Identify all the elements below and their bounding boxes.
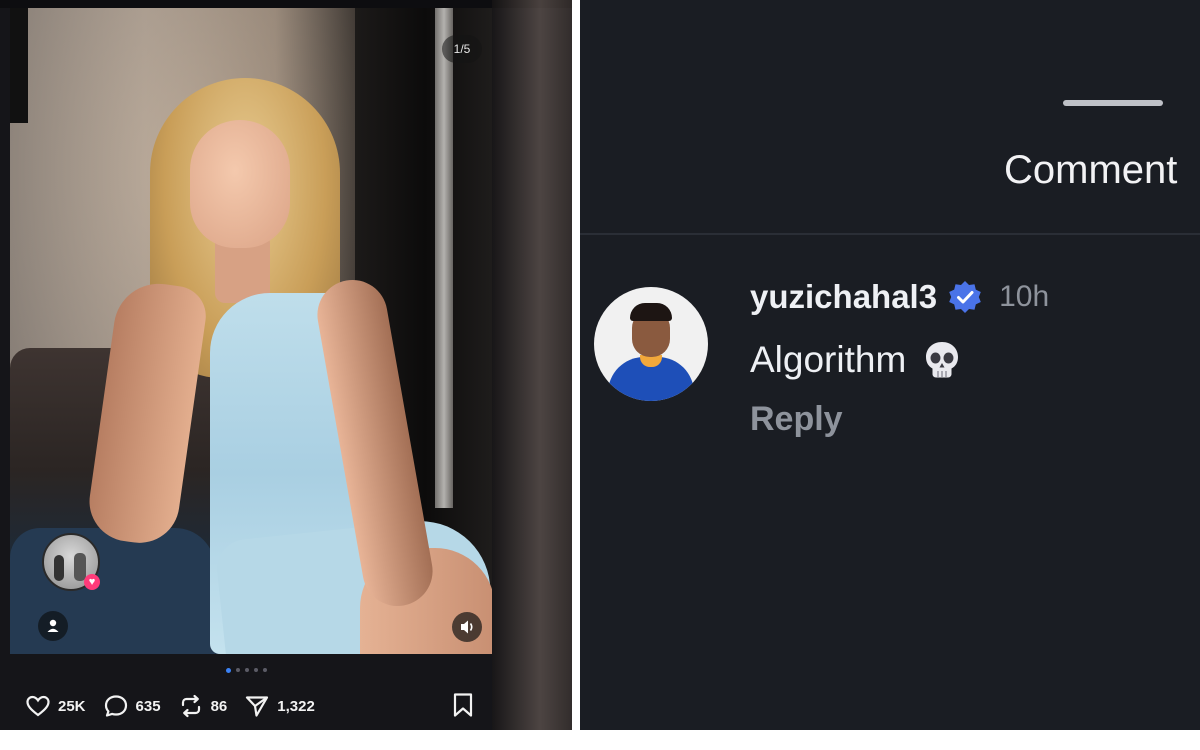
commenter-username[interactable]: yuzichahal3 <box>750 278 937 316</box>
comments-sheet: Comment yuzichahal3 10h Algorithm Reply <box>580 0 1200 730</box>
repost-arrows-icon <box>181 694 200 718</box>
photo-wall-frame <box>10 8 28 123</box>
photo-face <box>190 120 290 248</box>
skull-icon <box>926 342 959 378</box>
speaker-icon <box>461 620 473 634</box>
sheet-title: Comment <box>1004 148 1178 192</box>
share-count: 1,322 <box>277 697 315 715</box>
heart-outline-icon <box>26 695 50 717</box>
bookmark-icon[interactable] <box>450 691 476 719</box>
speech-bubble-icon <box>104 695 127 717</box>
share-button[interactable]: 1,322 <box>243 692 315 720</box>
like-count: 25K <box>58 697 86 715</box>
sound-toggle-button[interactable] <box>452 612 482 642</box>
post-panel: 1/5 ♥ 25K 635 86 1,322 <box>0 0 572 730</box>
avatar-hair <box>630 303 672 321</box>
photo-door-edge <box>435 8 453 508</box>
adjacent-photo-edge <box>492 0 572 730</box>
like-button[interactable]: 25K <box>24 692 86 720</box>
verified-badge-icon <box>949 281 981 313</box>
heart-badge-icon: ♥ <box>84 574 100 590</box>
comment-text: Algorithm <box>750 339 907 380</box>
carousel-dot[interactable] <box>263 668 267 672</box>
tagged-user-button[interactable] <box>38 611 68 641</box>
image-counter: 1/5 <box>442 35 482 63</box>
post-photo[interactable]: 1/5 ♥ <box>10 8 492 654</box>
reply-button[interactable]: Reply <box>750 400 843 439</box>
carousel-dot[interactable] <box>254 668 258 672</box>
repost-button[interactable]: 86 <box>177 692 228 720</box>
repost-count: 86 <box>210 697 228 715</box>
comment-button[interactable]: 635 <box>102 692 161 720</box>
sheet-drag-handle[interactable] <box>1063 100 1163 106</box>
paper-plane-icon <box>246 696 269 717</box>
bottom-margin <box>0 730 1200 750</box>
comment-header: yuzichahal3 10h <box>750 278 1049 316</box>
comment-count: 635 <box>135 697 161 715</box>
avatar-figure <box>54 555 64 581</box>
carousel-dot[interactable] <box>236 668 240 672</box>
person-icon <box>47 619 59 632</box>
sheet-divider <box>580 233 1200 235</box>
comment-body: Algorithm <box>750 338 964 382</box>
avatar-figure <box>74 553 86 581</box>
comment-timestamp: 10h <box>999 280 1050 313</box>
carousel-dots <box>226 667 267 673</box>
carousel-dot[interactable] <box>245 668 249 672</box>
post-top-edge <box>0 0 572 8</box>
carousel-dot[interactable] <box>226 667 231 673</box>
commenter-avatar[interactable] <box>594 287 708 401</box>
post-actions: 25K 635 86 1,322 <box>24 690 315 722</box>
